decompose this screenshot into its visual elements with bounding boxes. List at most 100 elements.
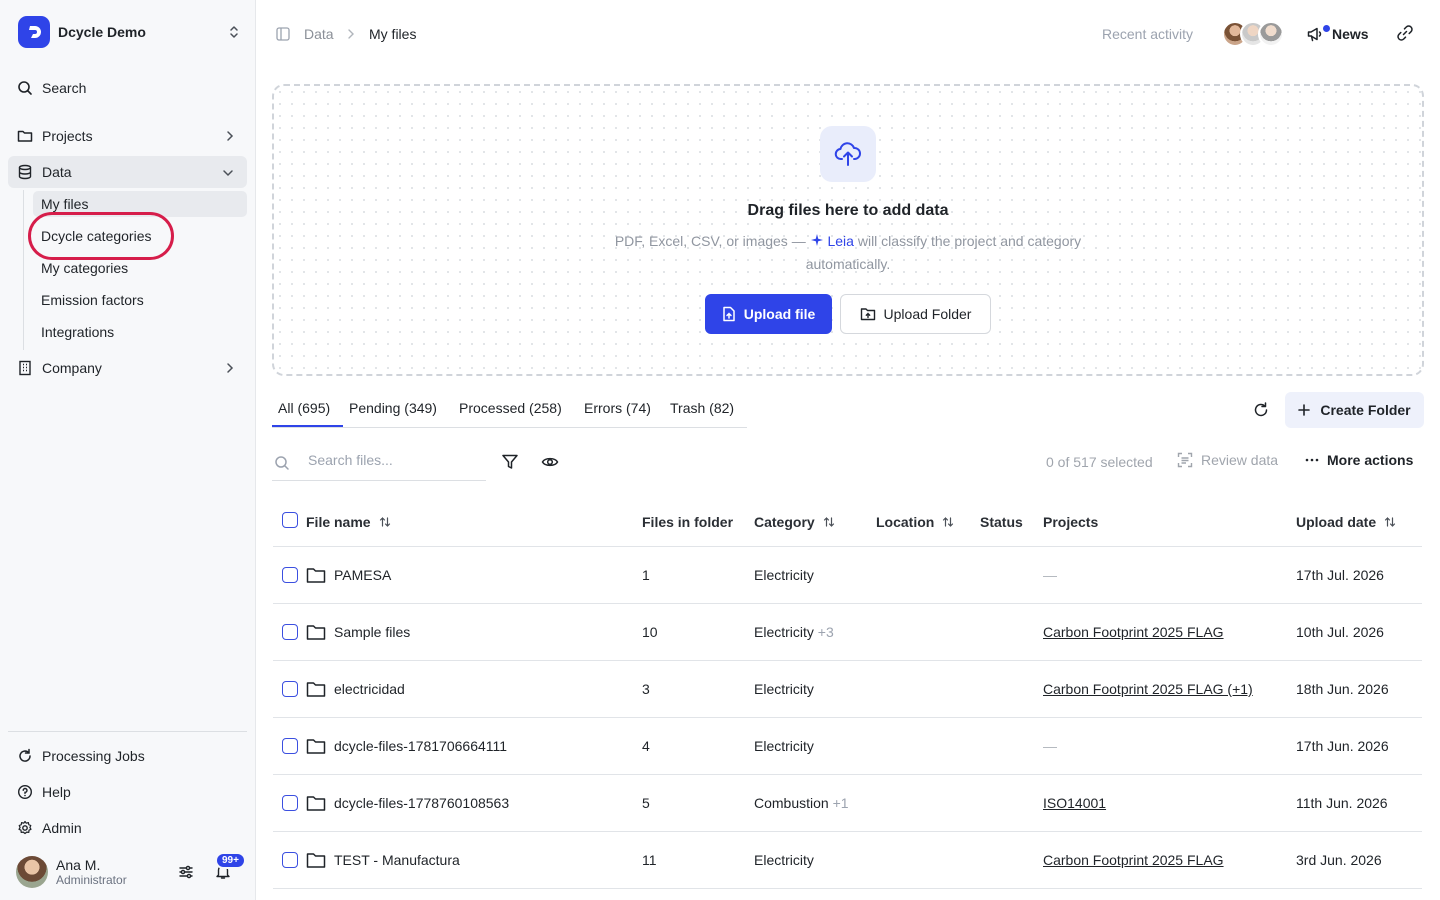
project[interactable]: ISO14001 — [1043, 795, 1106, 811]
folder-icon — [306, 794, 326, 815]
row-checkbox[interactable] — [282, 681, 298, 697]
table-row[interactable]: PAMESA 1 Electricity — 17th Jul. 2026 — [273, 547, 1422, 604]
file-name[interactable]: TEST - Manufactura — [334, 852, 460, 868]
table-row[interactable]: TEST - Manufactura 11 Electricity Carbon… — [273, 832, 1422, 889]
search-box — [272, 444, 486, 481]
upload-date: 17th Jul. 2026 — [1296, 567, 1384, 583]
filter-icon[interactable] — [501, 453, 519, 474]
file-name[interactable]: dcycle-files-1781706664111 — [334, 738, 507, 754]
nav-my-categories[interactable]: My categories — [33, 255, 247, 281]
dropzone-title: Drag files here to add data — [747, 202, 949, 219]
sidebar: Dcycle Demo Search Projects Data My file… — [0, 0, 256, 900]
file-name[interactable]: PAMESA — [334, 567, 391, 583]
table-row[interactable]: Sample files 10 Electricity +3 Carbon Fo… — [273, 604, 1422, 661]
nav-admin[interactable]: Admin — [8, 812, 247, 844]
file-name[interactable]: Sample files — [334, 624, 410, 640]
table-row[interactable]: dcycle-files-1778760108563 5 Combustion … — [273, 775, 1422, 832]
category-label: Electricity — [754, 567, 814, 583]
search-input[interactable] — [308, 452, 478, 468]
project[interactable]: Carbon Footprint 2025 FLAG — [1043, 624, 1224, 640]
nav-processing-jobs-label: Processing Jobs — [42, 748, 145, 764]
file-upload-icon — [722, 306, 735, 322]
select-all-checkbox[interactable] — [282, 512, 298, 528]
news-button[interactable]: News — [1306, 20, 1369, 48]
active-tab-indicator — [272, 425, 343, 427]
eye-icon[interactable] — [541, 453, 559, 474]
row-checkbox[interactable] — [282, 738, 298, 754]
upload-folder-button[interactable]: Upload Folder — [840, 294, 991, 334]
user-role: Administrator — [56, 873, 127, 887]
tab-processed[interactable]: Processed (258) — [459, 400, 562, 416]
refresh-icon[interactable] — [1252, 401, 1270, 422]
nav-company[interactable]: Company — [8, 352, 247, 384]
org-switcher[interactable]: Dcycle Demo — [18, 16, 248, 48]
link-icon[interactable] — [1396, 24, 1414, 45]
nav-processing-jobs[interactable]: Processing Jobs — [8, 740, 247, 772]
scan-icon — [1177, 452, 1193, 468]
nav-dcycle-categories[interactable]: Dcycle categories — [33, 223, 247, 249]
leia-link[interactable]: Leia — [810, 233, 854, 249]
nav-data[interactable]: Data — [8, 156, 247, 188]
tab-processed-label: Processed — [459, 400, 526, 416]
org-name: Dcycle Demo — [58, 24, 146, 40]
folder-icon — [306, 737, 326, 758]
tab-errors[interactable]: Errors (74) — [584, 400, 651, 416]
sliders-icon[interactable] — [178, 864, 194, 883]
file-dropzone[interactable]: Drag files here to add data PDF, Excel, … — [272, 84, 1424, 376]
tab-processed-count: (258) — [529, 400, 562, 416]
recent-activity-link[interactable]: Recent activity — [1102, 26, 1193, 42]
upload-file-button[interactable]: Upload file — [705, 294, 832, 334]
breadcrumb-data[interactable]: Data — [304, 26, 334, 42]
plus-icon — [1298, 404, 1311, 416]
col-location[interactable]: Location — [876, 514, 954, 530]
nav-projects[interactable]: Projects — [8, 120, 247, 152]
category-label: Electricity — [754, 624, 814, 640]
cloud-upload-icon — [820, 126, 876, 182]
row-checkbox[interactable] — [282, 795, 298, 811]
row-checkbox[interactable] — [282, 567, 298, 583]
help-circle-icon — [16, 783, 34, 801]
folder-icon — [306, 623, 326, 644]
project[interactable]: Carbon Footprint 2025 FLAG (+1) — [1043, 681, 1253, 697]
file-name[interactable]: dcycle-files-1778760108563 — [334, 795, 509, 811]
nav-emission-factors[interactable]: Emission factors — [33, 287, 247, 313]
user-profile: Ana M. Administrator 99+ — [16, 852, 248, 888]
col-category[interactable]: Category — [754, 514, 835, 530]
row-checkbox[interactable] — [282, 624, 298, 640]
create-folder-button[interactable]: Create Folder — [1285, 392, 1424, 428]
database-icon — [16, 163, 34, 181]
category-label: Electricity — [754, 681, 814, 697]
tab-trash[interactable]: Trash (82) — [670, 400, 734, 416]
upload-folder-label: Upload Folder — [883, 306, 972, 322]
col-upload-date[interactable]: Upload date — [1296, 514, 1396, 530]
sidebar-toggle-icon[interactable] — [276, 27, 290, 44]
files-count: 5 — [642, 795, 650, 811]
chevron-right-icon — [225, 129, 235, 146]
col-projects: Projects — [1043, 514, 1098, 530]
tab-pending[interactable]: Pending (349) — [349, 400, 437, 416]
nav-help[interactable]: Help — [8, 776, 247, 808]
row-checkbox[interactable] — [282, 852, 298, 868]
project: — — [1043, 567, 1057, 583]
file-name[interactable]: electricidad — [334, 681, 405, 697]
chevron-right-icon — [225, 361, 235, 378]
tab-pending-count: (349) — [404, 400, 437, 416]
table-row[interactable]: dcycle-files-1781706664111 4 Electricity… — [273, 718, 1422, 775]
upload-date: 10th Jul. 2026 — [1296, 624, 1384, 640]
review-data-button[interactable]: Review data — [1177, 452, 1278, 468]
building-icon — [16, 359, 34, 377]
avatar[interactable] — [16, 856, 48, 888]
category-extra: +1 — [832, 795, 849, 811]
nav-search[interactable]: Search — [8, 72, 247, 104]
table-row[interactable]: electricidad 3 Electricity Carbon Footpr… — [273, 661, 1422, 718]
project[interactable]: Carbon Footprint 2025 FLAG — [1043, 852, 1224, 868]
nav-integrations[interactable]: Integrations — [33, 319, 247, 345]
more-actions-button[interactable]: More actions — [1305, 452, 1413, 468]
activity-avatars[interactable] — [1222, 21, 1286, 47]
col-file-name[interactable]: File name — [306, 514, 391, 530]
nav-my-files[interactable]: My files — [33, 191, 247, 217]
dropzone-sub-prefix: PDF, Excel, CSV, or images — — [614, 233, 806, 249]
tab-all[interactable]: All (695) — [278, 400, 330, 416]
chevron-up-down-icon[interactable] — [228, 24, 240, 43]
category: Electricity — [754, 852, 814, 868]
